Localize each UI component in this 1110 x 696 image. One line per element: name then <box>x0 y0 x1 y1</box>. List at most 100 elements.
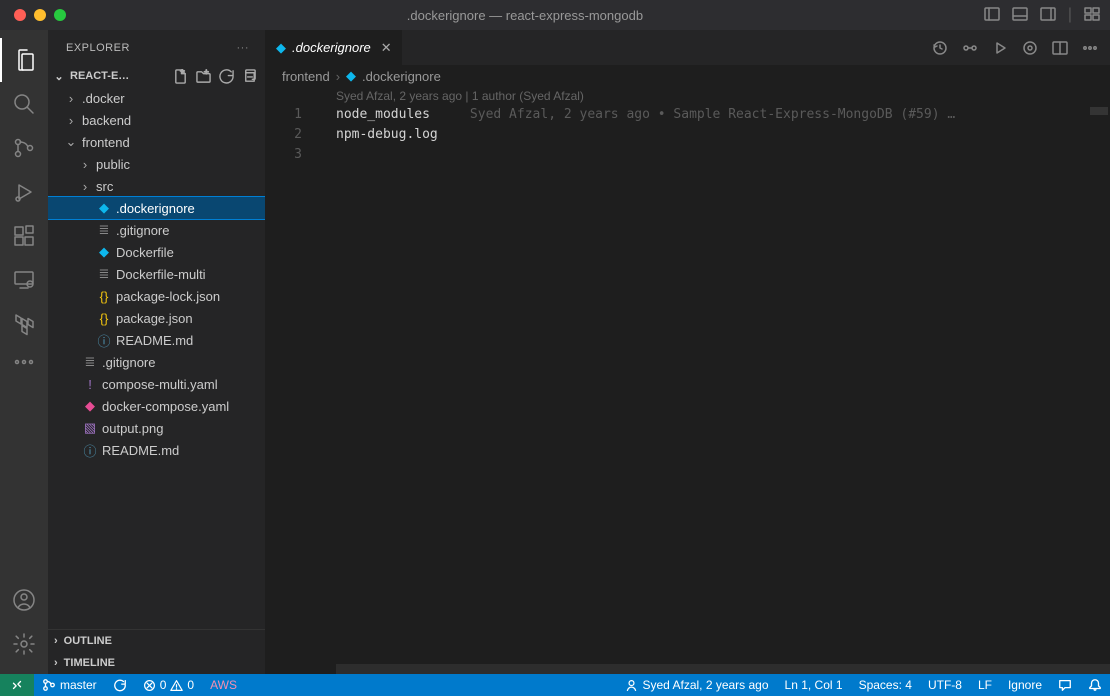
docker-icon: ◆ <box>96 200 112 216</box>
notifications-icon[interactable] <box>1080 678 1110 692</box>
file-tree: ›.docker ›backend ⌄frontend ›public ›src… <box>48 87 265 629</box>
chevron-right-icon: › <box>336 69 340 84</box>
breadcrumb-segment[interactable]: .dockerignore <box>362 69 441 84</box>
more-activity-icon[interactable] <box>0 346 48 378</box>
titlebar-layout-icons: | <box>984 6 1100 24</box>
editor-area: ◆ .dockerignore ✕ frontend › ◆ .dockerig… <box>266 30 1110 674</box>
split-editor-icon[interactable] <box>1052 40 1068 56</box>
refresh-icon[interactable] <box>219 69 234 84</box>
remote-indicator[interactable] <box>0 674 34 696</box>
encoding-status[interactable]: UTF-8 <box>920 678 970 692</box>
tab-dockerignore[interactable]: ◆ .dockerignore ✕ <box>266 30 402 65</box>
indentation-status[interactable]: Spaces: 4 <box>851 678 920 692</box>
folder-frontend[interactable]: ⌄frontend <box>48 131 265 153</box>
settings-activity-icon[interactable] <box>0 622 48 666</box>
editor-more-icon[interactable] <box>1082 40 1098 56</box>
target-icon[interactable] <box>1022 40 1038 56</box>
remote-explorer-activity-icon[interactable] <box>0 258 48 302</box>
new-folder-icon[interactable] <box>196 69 211 84</box>
source-control-activity-icon[interactable] <box>0 126 48 170</box>
file-dockerignore[interactable]: ◆.dockerignore <box>48 197 265 219</box>
customize-layout-icon[interactable] <box>1084 6 1100 22</box>
sidebar-header: EXPLORER ··· <box>48 30 265 65</box>
extensions-activity-icon[interactable] <box>0 214 48 258</box>
compare-icon[interactable] <box>962 40 978 56</box>
chevron-right-icon: › <box>54 657 58 669</box>
run-icon[interactable] <box>992 40 1008 56</box>
docker-icon: ◆ <box>96 244 112 260</box>
toggle-secondary-sidebar-icon[interactable] <box>1040 6 1056 22</box>
sidebar: EXPLORER ··· ⌄ REACT-E… ›.docker ›backen… <box>48 30 266 674</box>
compose-icon: ◆ <box>82 398 98 414</box>
tab-label: .dockerignore <box>292 40 371 55</box>
chevron-down-icon: ⌄ <box>52 70 66 83</box>
folder-src[interactable]: ›src <box>48 175 265 197</box>
folder-public[interactable]: ›public <box>48 153 265 175</box>
run-debug-activity-icon[interactable] <box>0 170 48 214</box>
chevron-right-icon: › <box>54 635 58 647</box>
file-gitignore-frontend[interactable]: ≣.gitignore <box>48 219 265 241</box>
maximize-window-icon[interactable] <box>54 9 66 21</box>
history-icon[interactable] <box>932 40 948 56</box>
accounts-activity-icon[interactable] <box>0 578 48 622</box>
json-icon: {} <box>96 288 112 304</box>
breadcrumb[interactable]: frontend › ◆ .dockerignore <box>266 65 1110 87</box>
git-blame-annotation: Syed Afzal, 2 years ago • Sample React-E… <box>470 107 955 122</box>
status-bar: master 0 0 AWS Syed Afzal, 2 years ago L… <box>0 674 1110 696</box>
project-name: REACT-E… <box>70 70 129 82</box>
file-docker-compose[interactable]: ◆docker-compose.yaml <box>48 395 265 417</box>
horizontal-scrollbar[interactable] <box>266 664 1110 674</box>
problems-status[interactable]: 0 0 <box>135 674 202 696</box>
timeline-panel-header[interactable]: ›TIMELINE <box>48 652 265 674</box>
language-mode-status[interactable]: Ignore <box>1000 678 1050 692</box>
collapse-all-icon[interactable] <box>242 69 257 84</box>
titlebar: .dockerignore — react-express-mongodb | <box>0 0 1110 30</box>
code-content[interactable]: node_modulesSyed Afzal, 2 years ago • Sa… <box>320 105 1110 664</box>
file-gitignore-root[interactable]: ≣.gitignore <box>48 351 265 373</box>
folder-backend[interactable]: ›backend <box>48 109 265 131</box>
blame-status[interactable]: Syed Afzal, 2 years ago <box>617 678 776 692</box>
file-dockerfile-multi[interactable]: ≣Dockerfile-multi <box>48 263 265 285</box>
file-icon: ≣ <box>96 266 112 282</box>
gitignore-icon: ≣ <box>82 354 98 370</box>
line-numbers: 1 2 3 <box>266 105 320 664</box>
feedback-icon[interactable] <box>1050 678 1080 692</box>
outline-panel-header[interactable]: ›OUTLINE <box>48 630 265 652</box>
aws-status[interactable]: AWS <box>202 674 245 696</box>
codelens-author[interactable]: Syed Afzal, 2 years ago | 1 author (Syed… <box>266 87 1110 105</box>
yaml-icon: ! <box>82 376 98 392</box>
info-icon: ⓘ <box>82 442 98 458</box>
editor-actions <box>932 40 1110 56</box>
search-activity-icon[interactable] <box>0 82 48 126</box>
file-readme-root[interactable]: ⓘREADME.md <box>48 439 265 461</box>
gitignore-icon: ≣ <box>96 222 112 238</box>
image-icon: ▧ <box>82 420 98 436</box>
git-branch-status[interactable]: master <box>34 674 105 696</box>
toggle-panel-icon[interactable] <box>1012 6 1028 22</box>
file-dockerfile[interactable]: ◆Dockerfile <box>48 241 265 263</box>
explorer-more-icon[interactable]: ··· <box>237 42 250 54</box>
breadcrumb-segment[interactable]: frontend <box>282 69 330 84</box>
file-output-png[interactable]: ▧output.png <box>48 417 265 439</box>
terraform-activity-icon[interactable] <box>0 302 48 346</box>
new-file-icon[interactable] <box>173 69 188 84</box>
folder-docker[interactable]: ›.docker <box>48 87 265 109</box>
eol-status[interactable]: LF <box>970 678 1000 692</box>
editor-body[interactable]: 1 2 3 node_modulesSyed Afzal, 2 years ag… <box>266 105 1110 664</box>
explorer-activity-icon[interactable] <box>0 38 48 82</box>
toggle-primary-sidebar-icon[interactable] <box>984 6 1000 22</box>
close-tab-icon[interactable]: ✕ <box>381 40 392 56</box>
close-window-icon[interactable] <box>14 9 26 21</box>
json-icon: {} <box>96 310 112 326</box>
cursor-position-status[interactable]: Ln 1, Col 1 <box>777 678 851 692</box>
tab-bar: ◆ .dockerignore ✕ <box>266 30 1110 65</box>
minimize-window-icon[interactable] <box>34 9 46 21</box>
file-readme-frontend[interactable]: ⓘREADME.md <box>48 329 265 351</box>
info-icon: ⓘ <box>96 332 112 348</box>
file-package-json[interactable]: {}package.json <box>48 307 265 329</box>
file-package-lock[interactable]: {}package-lock.json <box>48 285 265 307</box>
explorer-label: EXPLORER <box>66 42 130 54</box>
sync-status[interactable] <box>105 674 135 696</box>
project-section-header[interactable]: ⌄ REACT-E… <box>48 65 265 87</box>
file-compose-multi[interactable]: !compose-multi.yaml <box>48 373 265 395</box>
